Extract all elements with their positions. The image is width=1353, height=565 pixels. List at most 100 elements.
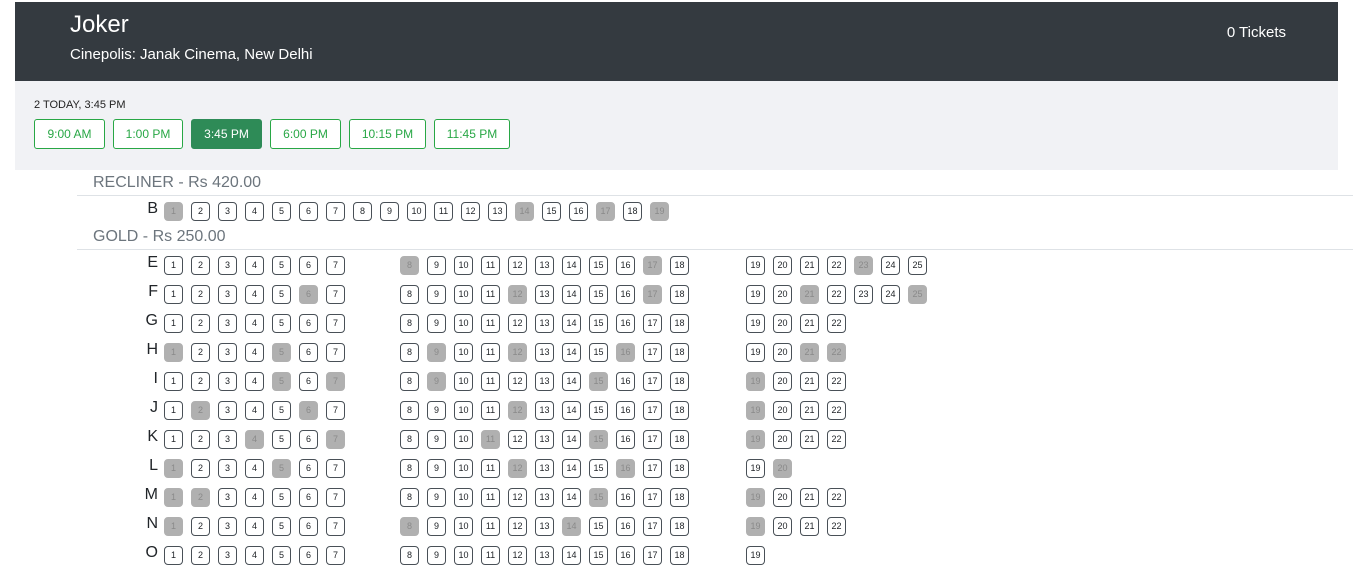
- seat-available[interactable]: 4: [245, 343, 264, 362]
- seat-available[interactable]: 8: [400, 314, 419, 333]
- seat-available[interactable]: 2: [191, 372, 210, 391]
- seat-available[interactable]: 7: [326, 314, 345, 333]
- seat-available[interactable]: 10: [454, 285, 473, 304]
- seat-available[interactable]: 20: [773, 285, 792, 304]
- seat-available[interactable]: 10: [454, 314, 473, 333]
- seat-available[interactable]: 11: [481, 314, 500, 333]
- seat-available[interactable]: 21: [800, 517, 819, 536]
- seat-available[interactable]: 22: [827, 285, 846, 304]
- seat-available[interactable]: 9: [427, 546, 446, 565]
- seat-available[interactable]: 10: [454, 372, 473, 391]
- seat-available[interactable]: 11: [481, 285, 500, 304]
- seat-available[interactable]: 5: [272, 401, 291, 420]
- seat-available[interactable]: 3: [218, 285, 237, 304]
- seat-available[interactable]: 4: [245, 256, 264, 275]
- seat-available[interactable]: 20: [773, 401, 792, 420]
- seat-available[interactable]: 5: [272, 314, 291, 333]
- seat-available[interactable]: 14: [562, 546, 581, 565]
- seat-available[interactable]: 17: [643, 372, 662, 391]
- seat-available[interactable]: 12: [461, 202, 480, 221]
- seat-available[interactable]: 2: [191, 314, 210, 333]
- seat-available[interactable]: 10: [454, 488, 473, 507]
- seat-available[interactable]: 19: [746, 285, 765, 304]
- seat-available[interactable]: 19: [746, 546, 765, 565]
- seat-available[interactable]: 18: [670, 546, 689, 565]
- seat-available[interactable]: 3: [218, 517, 237, 536]
- seat-available[interactable]: 7: [326, 459, 345, 478]
- seat-available[interactable]: 17: [643, 488, 662, 507]
- seat-available[interactable]: 13: [535, 517, 554, 536]
- seat-available[interactable]: 15: [589, 401, 608, 420]
- seat-available[interactable]: 12: [508, 256, 527, 275]
- seat-available[interactable]: 2: [191, 285, 210, 304]
- showtime-button[interactable]: 1:00 PM: [113, 119, 183, 149]
- seat-available[interactable]: 12: [508, 314, 527, 333]
- seat-available[interactable]: 3: [218, 314, 237, 333]
- seat-available[interactable]: 3: [218, 459, 237, 478]
- seat-available[interactable]: 18: [670, 401, 689, 420]
- seat-available[interactable]: 22: [827, 314, 846, 333]
- seat-available[interactable]: 15: [589, 343, 608, 362]
- seat-available[interactable]: 3: [218, 488, 237, 507]
- seat-available[interactable]: 11: [481, 401, 500, 420]
- seat-available[interactable]: 3: [218, 430, 237, 449]
- seat-available[interactable]: 8: [400, 285, 419, 304]
- seat-available[interactable]: 13: [535, 314, 554, 333]
- showtime-button[interactable]: 11:45 PM: [434, 119, 510, 149]
- seat-available[interactable]: 16: [616, 517, 635, 536]
- seat-available[interactable]: 22: [827, 401, 846, 420]
- seat-available[interactable]: 4: [245, 202, 264, 221]
- seat-available[interactable]: 6: [299, 488, 318, 507]
- seat-available[interactable]: 6: [299, 202, 318, 221]
- seat-available[interactable]: 6: [299, 546, 318, 565]
- seat-available[interactable]: 10: [454, 459, 473, 478]
- seat-available[interactable]: 9: [427, 517, 446, 536]
- seat-available[interactable]: 18: [623, 202, 642, 221]
- seat-available[interactable]: 14: [562, 314, 581, 333]
- seat-available[interactable]: 8: [400, 546, 419, 565]
- seat-available[interactable]: 4: [245, 459, 264, 478]
- seat-available[interactable]: 7: [326, 285, 345, 304]
- seat-available[interactable]: 10: [454, 401, 473, 420]
- seat-available[interactable]: 16: [616, 401, 635, 420]
- seat-available[interactable]: 20: [773, 343, 792, 362]
- seat-available[interactable]: 6: [299, 314, 318, 333]
- seat-available[interactable]: 13: [535, 372, 554, 391]
- seat-available[interactable]: 11: [481, 343, 500, 362]
- seat-available[interactable]: 20: [773, 488, 792, 507]
- seat-available[interactable]: 20: [773, 430, 792, 449]
- seat-available[interactable]: 2: [191, 517, 210, 536]
- seat-available[interactable]: 10: [454, 256, 473, 275]
- seat-available[interactable]: 4: [245, 372, 264, 391]
- seat-available[interactable]: 19: [746, 343, 765, 362]
- seat-available[interactable]: 9: [427, 459, 446, 478]
- seat-available[interactable]: 17: [643, 430, 662, 449]
- showtime-button-selected[interactable]: 3:45 PM: [191, 119, 262, 149]
- seat-available[interactable]: 24: [881, 256, 900, 275]
- seat-available[interactable]: 15: [589, 546, 608, 565]
- seat-available[interactable]: 13: [535, 459, 554, 478]
- seat-available[interactable]: 22: [827, 430, 846, 449]
- seat-available[interactable]: 16: [616, 285, 635, 304]
- seat-available[interactable]: 11: [481, 256, 500, 275]
- seat-available[interactable]: 18: [670, 372, 689, 391]
- seat-available[interactable]: 1: [164, 546, 183, 565]
- seat-available[interactable]: 3: [218, 401, 237, 420]
- seat-available[interactable]: 22: [827, 517, 846, 536]
- seat-available[interactable]: 7: [326, 256, 345, 275]
- seat-available[interactable]: 4: [245, 285, 264, 304]
- seat-available[interactable]: 8: [400, 401, 419, 420]
- seat-available[interactable]: 11: [481, 546, 500, 565]
- seat-available[interactable]: 16: [569, 202, 588, 221]
- seat-available[interactable]: 20: [773, 256, 792, 275]
- seat-available[interactable]: 1: [164, 314, 183, 333]
- seat-available[interactable]: 11: [434, 202, 453, 221]
- seat-available[interactable]: 7: [326, 517, 345, 536]
- seat-available[interactable]: 6: [299, 256, 318, 275]
- seat-available[interactable]: 19: [746, 459, 765, 478]
- seat-available[interactable]: 21: [800, 488, 819, 507]
- showtime-button[interactable]: 6:00 PM: [270, 119, 341, 149]
- seat-available[interactable]: 2: [191, 459, 210, 478]
- seat-available[interactable]: 13: [535, 430, 554, 449]
- seat-available[interactable]: 18: [670, 488, 689, 507]
